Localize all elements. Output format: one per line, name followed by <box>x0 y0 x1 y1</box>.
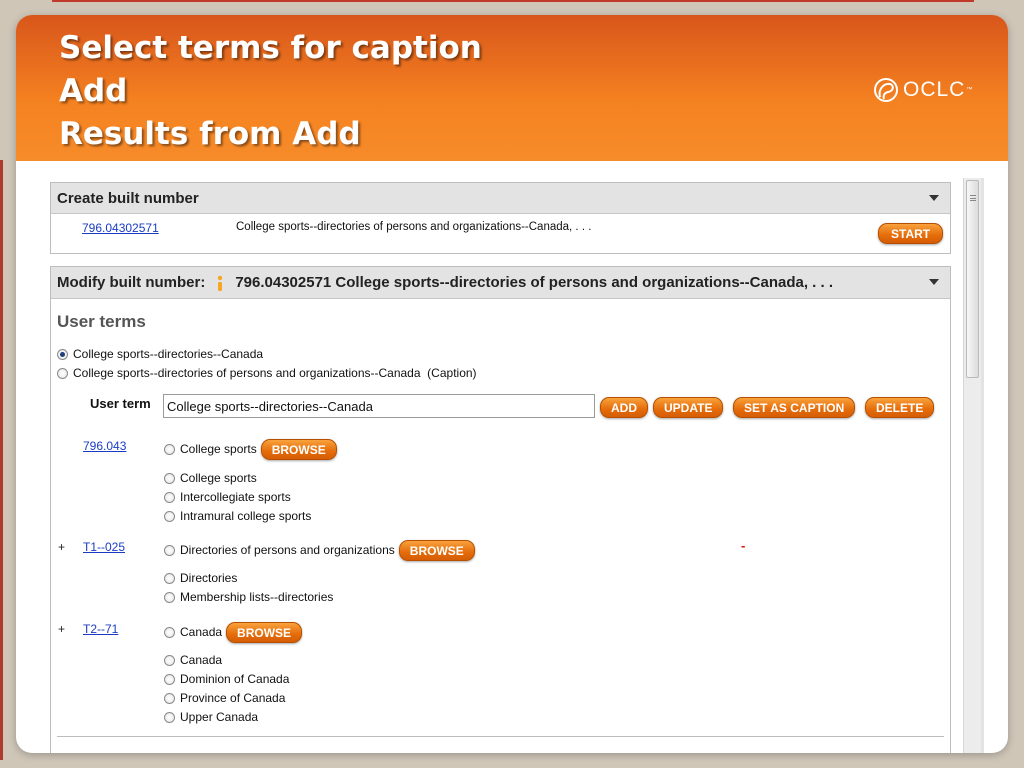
slide-title: Select terms for caption Add Results fro… <box>59 27 482 156</box>
radio-icon[interactable] <box>164 692 175 704</box>
title-line-1: Select terms for caption <box>59 30 482 66</box>
oclc-logo-trademark: ™ <box>966 87 973 93</box>
radio-icon[interactable] <box>164 510 175 522</box>
radio-icon[interactable] <box>164 711 175 723</box>
oclc-logo-text: OCLC <box>903 78 966 101</box>
modify-built-number-panel: Modify built number: 796.04302571 Colleg… <box>50 266 951 753</box>
chevron-down-icon[interactable] <box>929 195 939 201</box>
number-link-t2-71[interactable]: T2--71 <box>83 622 118 636</box>
term-option[interactable]: Upper Canada <box>164 708 289 726</box>
component-heading-term[interactable]: College sports BROWSE <box>164 438 337 460</box>
modify-panel-header[interactable]: Modify built number: 796.04302571 Colleg… <box>51 267 950 299</box>
term-option[interactable]: Canada <box>164 651 289 669</box>
start-button[interactable]: START <box>878 223 944 244</box>
built-number-link[interactable]: 796.04302571 <box>82 221 159 235</box>
pane-splitter[interactable] <box>981 178 984 753</box>
heading-term-label: College sports <box>180 442 257 456</box>
modify-panel-value: 796.04302571 College sports--directories… <box>235 274 834 291</box>
user-term-input[interactable] <box>163 394 595 418</box>
user-term-option-label: College sports--directories of persons a… <box>73 366 477 380</box>
term-label: Intramural college sports <box>180 509 312 523</box>
term-option[interactable]: Intercollegiate sports <box>164 488 311 506</box>
radio-icon[interactable] <box>164 544 175 556</box>
radio-selected-icon[interactable] <box>57 348 68 360</box>
radio-icon[interactable] <box>164 472 175 484</box>
term-list: College sports Intercollegiate sports In… <box>164 469 311 525</box>
heading-term-label: Directories of persons and organizations <box>180 543 395 557</box>
term-label: Upper Canada <box>180 710 259 724</box>
slide-left-edge <box>0 160 3 760</box>
scroll-grip-icon <box>970 195 976 201</box>
user-term-option[interactable]: College sports--directories of persons a… <box>57 364 477 382</box>
create-panel-title: Create built number <box>57 189 199 207</box>
oclc-logo-icon <box>874 78 898 102</box>
term-option[interactable]: Directories <box>164 569 333 587</box>
component-heading-term[interactable]: Directories of persons and organizations… <box>164 539 475 561</box>
app-content: Create built number 796.04302571 College… <box>50 182 951 753</box>
browse-button[interactable]: BROWSE <box>226 621 303 643</box>
oclc-logo: OCLC ™ <box>872 75 972 105</box>
term-list: Directories Membership lists--directorie… <box>164 569 333 606</box>
slide-header: Select terms for caption Add Results fro… <box>16 15 1008 161</box>
vertical-scrollbar[interactable] <box>963 178 982 753</box>
expand-plus-icon[interactable]: + <box>58 540 65 554</box>
create-panel-header[interactable]: Create built number <box>51 183 950 214</box>
status-marker: - <box>741 538 746 553</box>
heading-term-label: Canada <box>180 625 223 639</box>
expand-plus-icon[interactable]: + <box>58 622 65 636</box>
set-as-caption-button[interactable]: SET AS CAPTION <box>733 397 856 418</box>
term-option[interactable]: Dominion of Canada <box>164 670 289 688</box>
user-terms-heading: User terms <box>57 312 146 331</box>
term-label: College sports <box>180 471 257 485</box>
section-divider <box>57 736 944 737</box>
user-term-options: College sports--directories--Canada Coll… <box>57 345 477 382</box>
radio-icon[interactable] <box>164 443 175 455</box>
browse-button[interactable]: BROWSE <box>398 539 475 561</box>
create-built-number-panel: Create built number 796.04302571 College… <box>50 182 951 254</box>
number-link-t1-025[interactable]: T1--025 <box>83 540 125 554</box>
number-link-796-043[interactable]: 796.043 <box>83 439 126 453</box>
slide-top-line <box>52 0 974 2</box>
delete-button[interactable]: DELETE <box>865 397 935 418</box>
info-icon[interactable] <box>214 274 226 292</box>
radio-icon[interactable] <box>57 367 68 379</box>
scrollbar-thumb[interactable] <box>966 180 979 378</box>
term-label: Province of Canada <box>180 691 286 705</box>
chevron-down-icon[interactable] <box>929 279 939 285</box>
radio-icon[interactable] <box>164 626 175 638</box>
modify-panel-label: Modify built number: <box>57 274 206 291</box>
radio-icon[interactable] <box>164 654 175 666</box>
radio-icon[interactable] <box>164 491 175 503</box>
term-label: Membership lists--directories <box>180 590 334 604</box>
term-list: Canada Dominion of Canada Province of Ca… <box>164 651 289 726</box>
radio-icon[interactable] <box>164 591 175 603</box>
term-option[interactable]: Province of Canada <box>164 689 289 707</box>
radio-icon[interactable] <box>164 572 175 584</box>
term-option[interactable]: College sports <box>164 469 311 487</box>
radio-icon[interactable] <box>164 673 175 685</box>
term-option[interactable]: Membership lists--directories <box>164 588 333 606</box>
user-term-option-label: College sports--directories--Canada <box>73 347 264 361</box>
browse-button[interactable]: BROWSE <box>260 438 337 460</box>
update-button[interactable]: UPDATE <box>653 397 724 418</box>
user-term-option[interactable]: College sports--directories--Canada <box>57 345 477 363</box>
title-line-2: Add <box>59 73 128 109</box>
term-label: Canada <box>180 653 223 667</box>
term-label: Directories <box>180 571 238 585</box>
title-line-3: Results from Add <box>59 116 361 152</box>
slide: Select terms for caption Add Results fro… <box>16 15 1008 753</box>
term-option[interactable]: Intramural college sports <box>164 507 311 525</box>
user-term-label: User term <box>90 396 151 411</box>
built-number-caption: College sports--directories of persons a… <box>236 221 592 233</box>
component-heading-term[interactable]: Canada BROWSE <box>164 621 303 643</box>
add-button[interactable]: ADD <box>600 397 648 418</box>
term-label: Intercollegiate sports <box>180 490 291 504</box>
term-label: Dominion of Canada <box>180 672 290 686</box>
